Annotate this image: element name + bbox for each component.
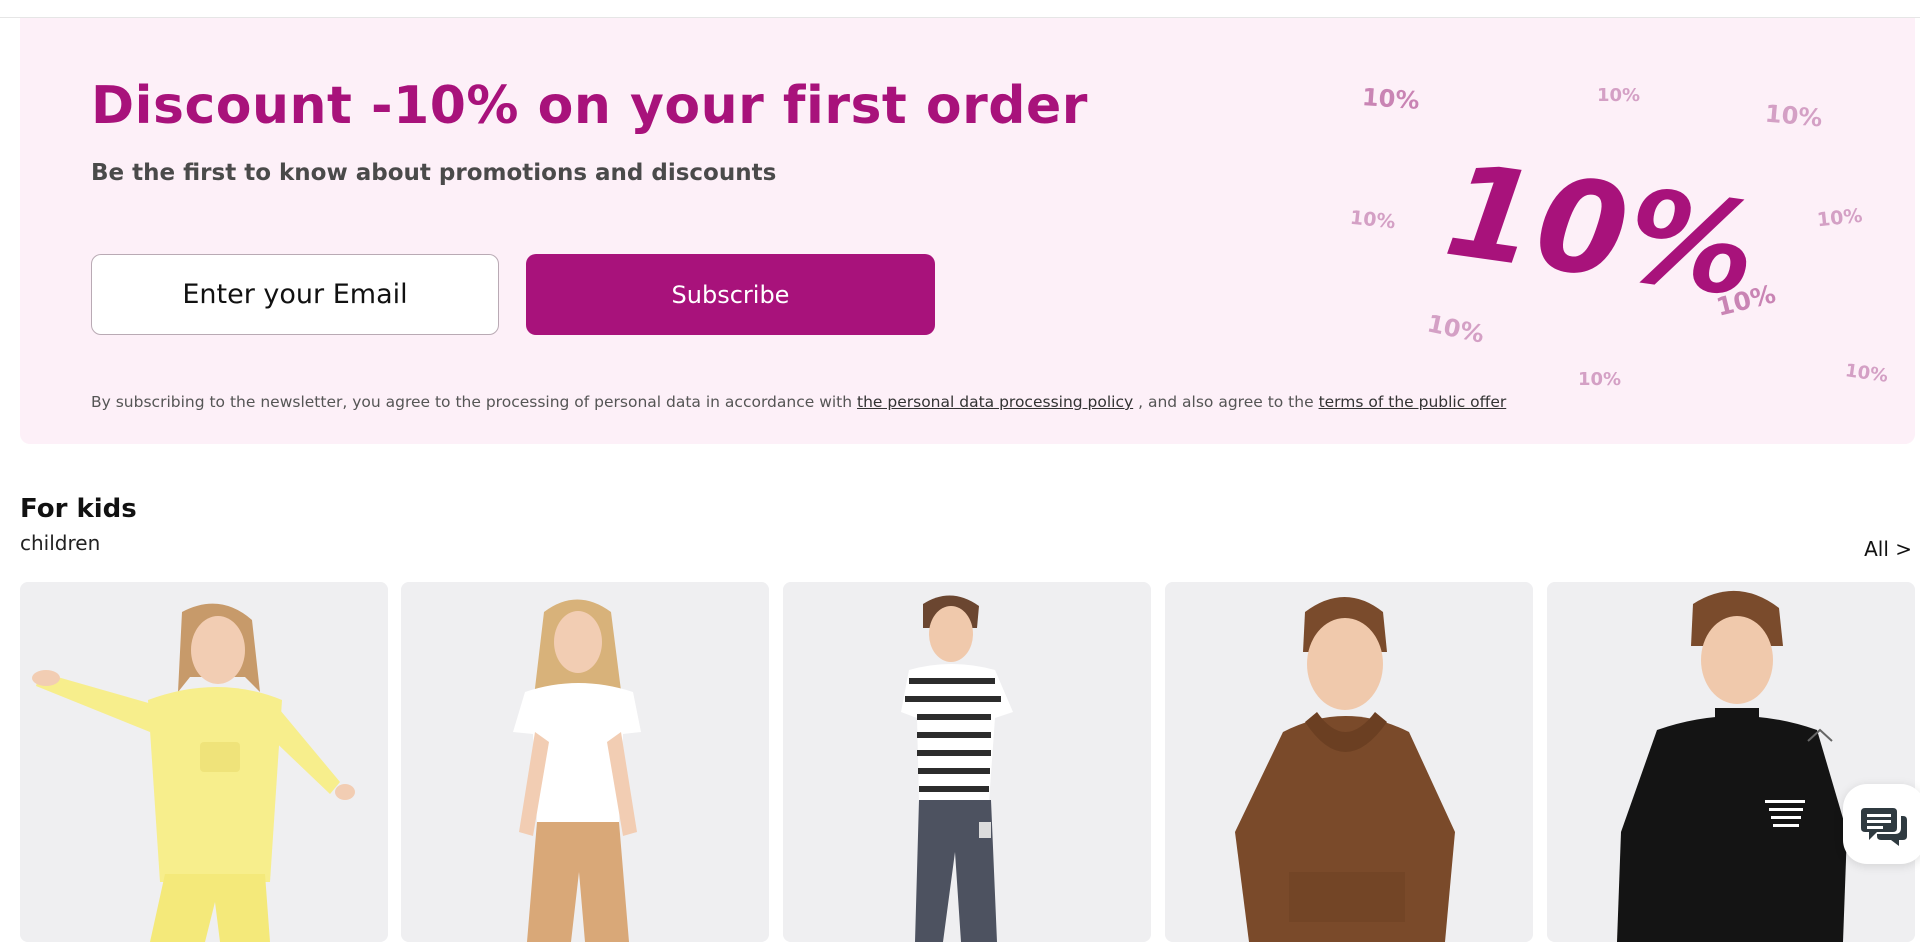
chat-button[interactable]	[1843, 784, 1920, 864]
consent-prefix: By subscribing to the newsletter, you ag…	[91, 393, 858, 411]
product-card-boy-black-sweatshirt[interactable]	[1547, 582, 1915, 942]
consent-text: By subscribing to the newsletter, you ag…	[91, 393, 1506, 411]
product-card-girl-yellow-suit[interactable]	[20, 582, 388, 942]
discount-badge-5: 10%	[1815, 204, 1864, 232]
promo-subtitle: Be the first to know about promotions an…	[91, 160, 777, 186]
email-field[interactable]	[91, 254, 499, 335]
product-card-boy-brown-hoodie[interactable]	[1165, 582, 1533, 942]
section-title: For kids	[20, 494, 137, 524]
boy-black-sweatshirt-image	[1547, 582, 1915, 942]
girl-white-tshirt-image	[401, 582, 769, 942]
chevron-up-icon	[1807, 728, 1833, 742]
subscribe-button[interactable]: Subscribe	[526, 254, 935, 335]
section-subtitle: children	[20, 531, 101, 555]
discount-badge-4: 10%	[1348, 206, 1397, 234]
girl-yellow-suit-image	[20, 582, 388, 942]
scroll-top-button[interactable]	[1804, 719, 1836, 751]
header-bottom-border	[0, 0, 1920, 18]
product-card-boy-striped-tshirt[interactable]	[783, 582, 1151, 942]
boy-brown-hoodie-image	[1165, 582, 1533, 942]
policy-link[interactable]: the personal data processing policy	[857, 393, 1133, 411]
discount-badge-8: 10%	[1578, 369, 1622, 390]
chat-icon	[1861, 808, 1907, 846]
newsletter-promo-banner: Discount -10% on your first order Be the…	[20, 18, 1915, 444]
discount-badge-1: 10%	[1361, 83, 1421, 115]
view-all-link[interactable]: All >	[1864, 537, 1912, 561]
promo-title: Discount -10% on your first order	[91, 76, 1088, 136]
consent-middle: , and also agree to the	[1133, 393, 1319, 411]
offer-link[interactable]: terms of the public offer	[1319, 393, 1507, 411]
discount-badge-9: 10%	[1843, 360, 1890, 387]
discount-badge-3: 10%	[1763, 99, 1824, 133]
product-card-girl-white-tshirt[interactable]	[401, 582, 769, 942]
boy-striped-tshirt-image	[783, 582, 1151, 942]
discount-badge-7: 10%	[1424, 309, 1487, 349]
discount-badge-2: 10%	[1597, 85, 1641, 106]
